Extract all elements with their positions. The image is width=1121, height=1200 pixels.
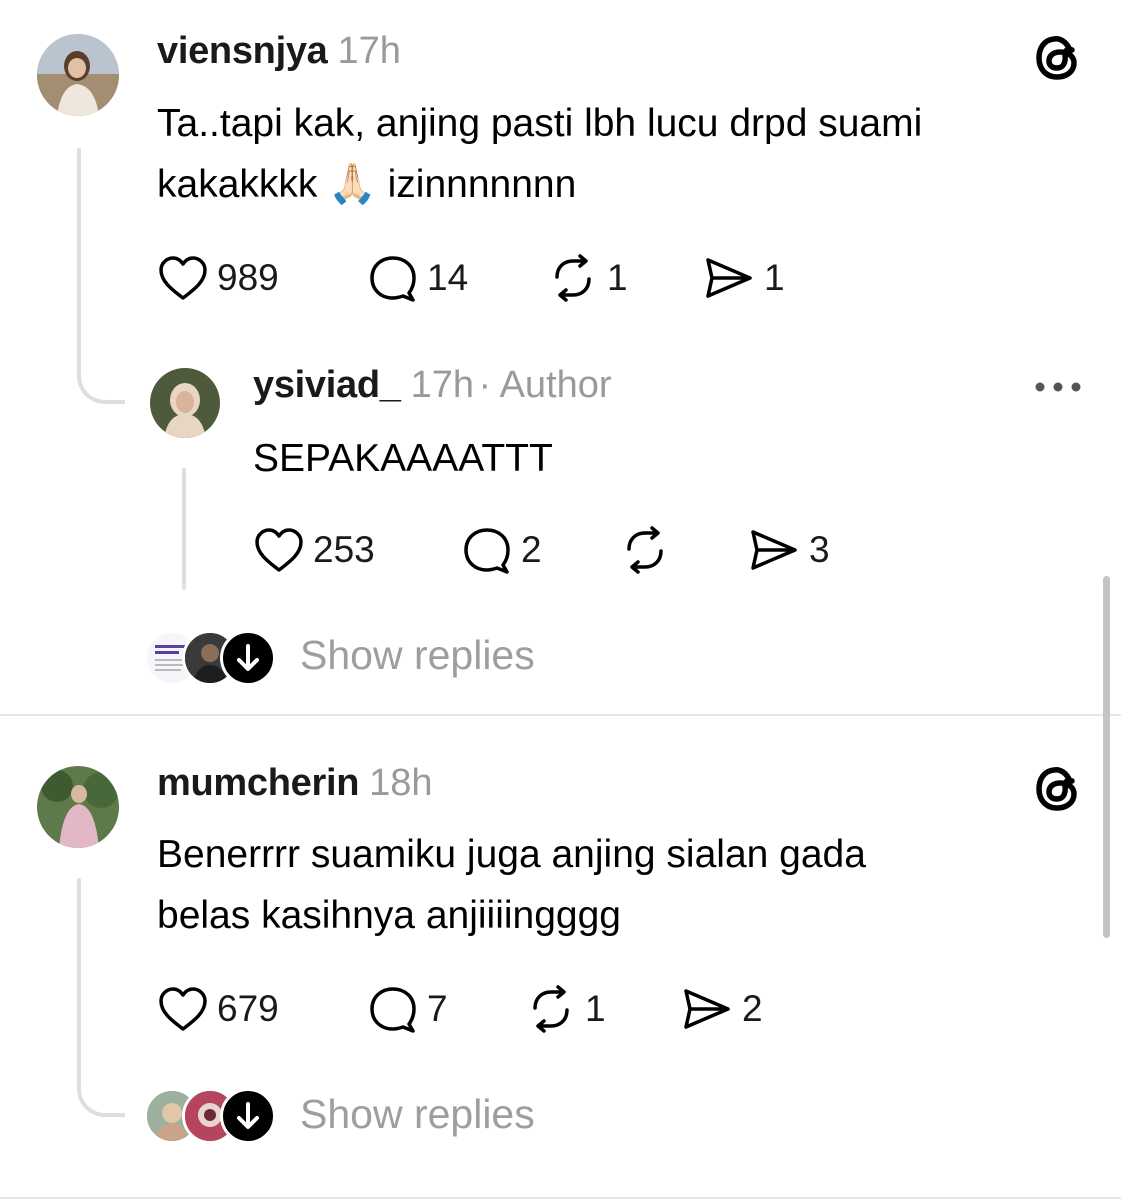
show-replies-button[interactable]: Show replies (300, 1091, 535, 1138)
divider (0, 714, 1121, 716)
threads-logo-icon[interactable] (1032, 31, 1084, 83)
share-icon (751, 530, 797, 570)
timestamp: 17h (337, 30, 401, 72)
share-count: 3 (809, 529, 830, 570)
heart-icon (159, 987, 207, 1031)
heart-icon (255, 528, 303, 572)
reply-count: 2 (521, 529, 542, 570)
reply-count: 14 (427, 257, 469, 298)
share-icon (684, 989, 730, 1029)
timestamp: 17h (410, 364, 475, 406)
share-icon (706, 258, 752, 298)
heart-icon (159, 256, 207, 300)
avatar[interactable] (37, 766, 119, 848)
thread-line (182, 468, 186, 590)
repost-button[interactable] (619, 525, 747, 575)
post-actions: 989 14 1 1 (157, 253, 785, 303)
author-badge: · Author (478, 364, 612, 406)
reply-button[interactable]: 14 (367, 253, 547, 303)
like-count: 989 (217, 257, 279, 298)
post-text: SEPAKAAAATTT (253, 437, 553, 480)
repost-icon (627, 526, 663, 574)
avatar[interactable] (150, 368, 220, 438)
repost-icon (533, 985, 569, 1033)
repost-button[interactable]: 1 (547, 253, 702, 303)
scrollbar[interactable] (1103, 576, 1110, 938)
post-text: Benerrrr suamiku juga anjing sialan gada (157, 833, 866, 876)
reply-button[interactable]: 7 (367, 984, 525, 1034)
username[interactable]: viensnjya (157, 30, 328, 72)
reply-count: 7 (427, 988, 448, 1029)
share-count: 2 (742, 988, 763, 1029)
like-count: 253 (313, 529, 375, 570)
comment-icon (464, 528, 510, 574)
post-actions: 253 2 3 (253, 525, 830, 575)
comment-icon (370, 256, 416, 302)
post-text: Ta..tapi kak, anjing pasti lbh lucu drpd… (157, 102, 923, 145)
repost-count: 1 (607, 257, 628, 298)
reply-avatars[interactable] (144, 1088, 276, 1144)
reply-avatars[interactable] (144, 630, 276, 686)
like-button[interactable]: 989 (157, 254, 367, 302)
timestamp: 18h (369, 762, 433, 804)
reply-button[interactable]: 2 (461, 525, 619, 575)
more-icon[interactable] (1032, 377, 1084, 397)
like-button[interactable]: 253 (253, 526, 461, 574)
username[interactable]: ysiviad_ (253, 364, 401, 406)
post-text: kakakkkk 🙏🏻 izinnnnnnn (157, 163, 577, 206)
thread-line (77, 878, 81, 1086)
repost-count: 1 (585, 988, 606, 1029)
avatar[interactable] (37, 34, 119, 116)
share-count: 1 (764, 257, 785, 298)
divider (0, 1197, 1121, 1199)
like-count: 679 (217, 988, 279, 1029)
username[interactable]: mumcherin (157, 762, 359, 804)
thread-connector (77, 1075, 125, 1117)
share-button[interactable]: 3 (747, 526, 830, 574)
thread-connector (77, 360, 125, 404)
repost-button[interactable]: 1 (525, 984, 680, 1034)
post-text: belas kasihnya anjiiiingggg (157, 894, 621, 937)
repost-icon (555, 254, 591, 302)
threads-logo-icon[interactable] (1032, 762, 1084, 814)
post-actions: 679 7 1 2 (157, 984, 763, 1034)
share-button[interactable]: 2 (680, 985, 763, 1033)
arrow-down-icon (220, 1088, 276, 1144)
arrow-down-icon (220, 630, 276, 686)
share-button[interactable]: 1 (702, 254, 785, 302)
like-button[interactable]: 679 (157, 985, 367, 1033)
comment-icon (370, 987, 416, 1033)
thread-line (77, 148, 81, 368)
show-replies-button[interactable]: Show replies (300, 632, 535, 679)
